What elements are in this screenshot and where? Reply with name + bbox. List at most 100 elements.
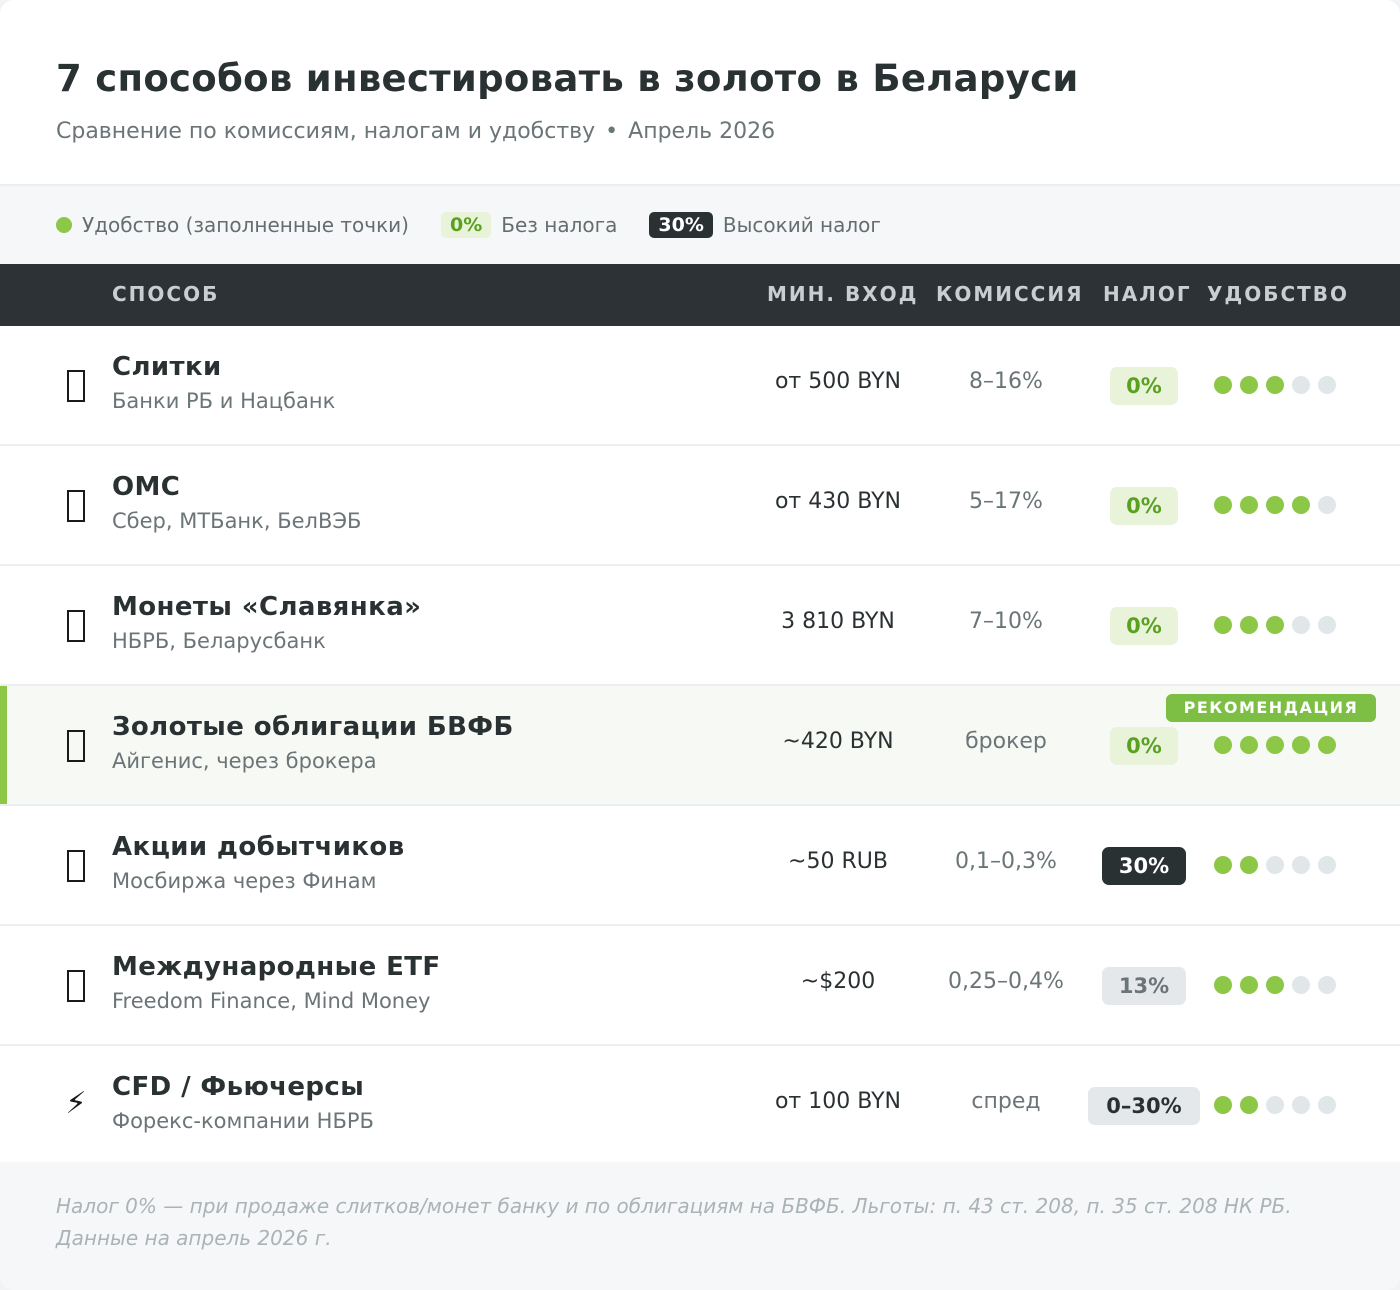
empty-dot-icon xyxy=(1292,616,1310,634)
min-entry: от 430 BYN xyxy=(774,489,902,514)
table-row: Акции добытчиков Мосбиржа через Финам ~50 … xyxy=(0,806,1400,926)
legend: Удобство (заполненные точки) 0% Без нало… xyxy=(0,186,1400,264)
method-name: Слитки xyxy=(112,352,222,382)
method-name: Акции добытчиков xyxy=(112,832,405,862)
page-subtitle: Сравнение по комиссиям, налогам и удобст… xyxy=(56,117,1344,147)
convenience-rating xyxy=(1214,376,1336,394)
method-providers: Сбер, МТБанк, БелВЭБ xyxy=(112,509,362,533)
convenience-rating xyxy=(1214,856,1336,874)
filled-dot-icon xyxy=(56,217,72,233)
column-min-entry: МИН. ВХОД xyxy=(767,282,919,306)
filled-dot-icon xyxy=(1266,616,1284,634)
filled-dot-icon xyxy=(1240,376,1258,394)
table-row: Монеты «Славянка» НБРБ, Беларусбанк 3 810 … xyxy=(0,566,1400,686)
column-convenience: УДОБСТВО xyxy=(1207,282,1350,306)
method-providers: НБРБ, Беларусбанк xyxy=(112,629,326,653)
min-entry: от 500 BYN xyxy=(774,369,902,394)
filled-dot-icon xyxy=(1214,496,1232,514)
table-row: Слитки Банки РБ и Нацбанк от 500 BYN 8–16% 0… xyxy=(0,326,1400,446)
filled-dot-icon xyxy=(1214,1096,1232,1114)
empty-dot-icon xyxy=(1292,856,1310,874)
legend-high-tax: 30% Высокий налог xyxy=(649,212,881,238)
empty-dot-icon xyxy=(1318,976,1336,994)
lightning-icon: ⚡ xyxy=(65,1086,87,1121)
tax-badge: 13% xyxy=(1102,967,1186,1005)
table-row: ⚡ CFD / Фьючерсы Форекс-компании НБРБ от 10… xyxy=(0,1046,1400,1166)
table-row: ОМС Сбер, МТБанк, БелВЭБ от 430 BYN 5–17% 0% xyxy=(0,446,1400,566)
filled-dot-icon xyxy=(1240,856,1258,874)
min-entry: ~$200 xyxy=(800,969,876,994)
subtitle-text: Сравнение по комиссиям, налогам и удобст… xyxy=(56,119,596,144)
empty-dot-icon xyxy=(1292,1096,1310,1114)
filled-dot-icon xyxy=(1214,736,1232,754)
commission: 7–10% xyxy=(969,609,1043,634)
filled-dot-icon xyxy=(1292,736,1310,754)
method-name: Монеты «Славянка» xyxy=(112,592,422,622)
legend-high-tax-chip: 30% xyxy=(649,212,713,238)
table-body: Слитки Банки РБ и Нацбанк от 500 BYN 8–16% 0… xyxy=(0,326,1400,1166)
convenience-rating xyxy=(1214,616,1336,634)
coin-icon xyxy=(67,610,85,642)
page-title: 7 способов инвестировать в золото в Бела… xyxy=(56,57,1079,100)
legend-high-tax-label: Высокий налог xyxy=(722,213,881,237)
bank-account-icon xyxy=(67,490,85,522)
commission: 8–16% xyxy=(969,369,1043,394)
filled-dot-icon xyxy=(1240,736,1258,754)
tax-badge: 0% xyxy=(1110,487,1178,525)
empty-dot-icon xyxy=(1318,1096,1336,1114)
filled-dot-icon xyxy=(1266,976,1284,994)
commission: брокер xyxy=(965,729,1047,754)
commission: 0,25–0,4% xyxy=(948,969,1064,994)
filled-dot-icon xyxy=(1240,1096,1258,1114)
filled-dot-icon xyxy=(1240,616,1258,634)
min-entry: 3 810 BYN xyxy=(781,609,895,634)
legend-no-tax-label: Без налога xyxy=(501,213,618,237)
footnote: Налог 0% — при продаже слитков/монет бан… xyxy=(0,1162,1400,1290)
comparison-card: 7 способов инвестировать в золото в Бела… xyxy=(0,0,1400,1290)
method-name: Международные ETF xyxy=(112,952,441,982)
legend-convenience-label: Удобство (заполненные точки) xyxy=(82,213,409,237)
filled-dot-icon xyxy=(1292,496,1310,514)
filled-dot-icon xyxy=(1266,736,1284,754)
table-row: Международные ETF Freedom Finance, Mind M… xyxy=(0,926,1400,1046)
tax-badge: 0% xyxy=(1110,367,1178,405)
filled-dot-icon xyxy=(1318,736,1336,754)
method-name: ОМС xyxy=(112,472,181,502)
column-tax: НАЛОГ xyxy=(1103,282,1192,306)
empty-dot-icon xyxy=(1318,376,1336,394)
empty-dot-icon xyxy=(1318,856,1336,874)
empty-dot-icon xyxy=(1292,976,1310,994)
method-providers: Банки РБ и Нацбанк xyxy=(112,389,336,413)
filled-dot-icon xyxy=(1214,376,1232,394)
commission: 5–17% xyxy=(969,489,1043,514)
legend-no-tax: 0% Без налога xyxy=(440,212,618,238)
empty-dot-icon xyxy=(1318,616,1336,634)
commission: спред xyxy=(971,1089,1041,1114)
filled-dot-icon xyxy=(1214,616,1232,634)
recommendation-badge: РЕКОМЕНДАЦИЯ xyxy=(1166,694,1376,722)
gold-bar-icon xyxy=(67,370,85,402)
column-method: СПОСОБ xyxy=(112,282,220,306)
mining-icon xyxy=(67,850,85,882)
tax-badge: 0–30% xyxy=(1088,1087,1200,1125)
subtitle-separator: • xyxy=(605,119,619,144)
filled-dot-icon xyxy=(1214,976,1232,994)
method-providers: Мосбиржа через Финам xyxy=(112,869,377,893)
filled-dot-icon xyxy=(1266,376,1284,394)
bond-icon xyxy=(67,730,85,762)
legend-no-tax-chip: 0% xyxy=(440,212,492,238)
filled-dot-icon xyxy=(1240,496,1258,514)
filled-dot-icon xyxy=(1214,856,1232,874)
globe-icon xyxy=(67,970,85,1002)
tax-badge: 30% xyxy=(1102,847,1186,885)
tax-badge: 0% xyxy=(1110,607,1178,645)
table-header: СПОСОБ МИН. ВХОД КОМИССИЯ НАЛОГ УДОБСТВО xyxy=(0,264,1400,326)
tax-badge: 0% xyxy=(1110,727,1178,765)
empty-dot-icon xyxy=(1318,496,1336,514)
empty-dot-icon xyxy=(1266,1096,1284,1114)
convenience-rating xyxy=(1214,736,1336,754)
convenience-rating xyxy=(1214,1096,1336,1114)
filled-dot-icon xyxy=(1240,976,1258,994)
method-providers: Айгенис, через брокера xyxy=(112,749,377,773)
filled-dot-icon xyxy=(1266,496,1284,514)
